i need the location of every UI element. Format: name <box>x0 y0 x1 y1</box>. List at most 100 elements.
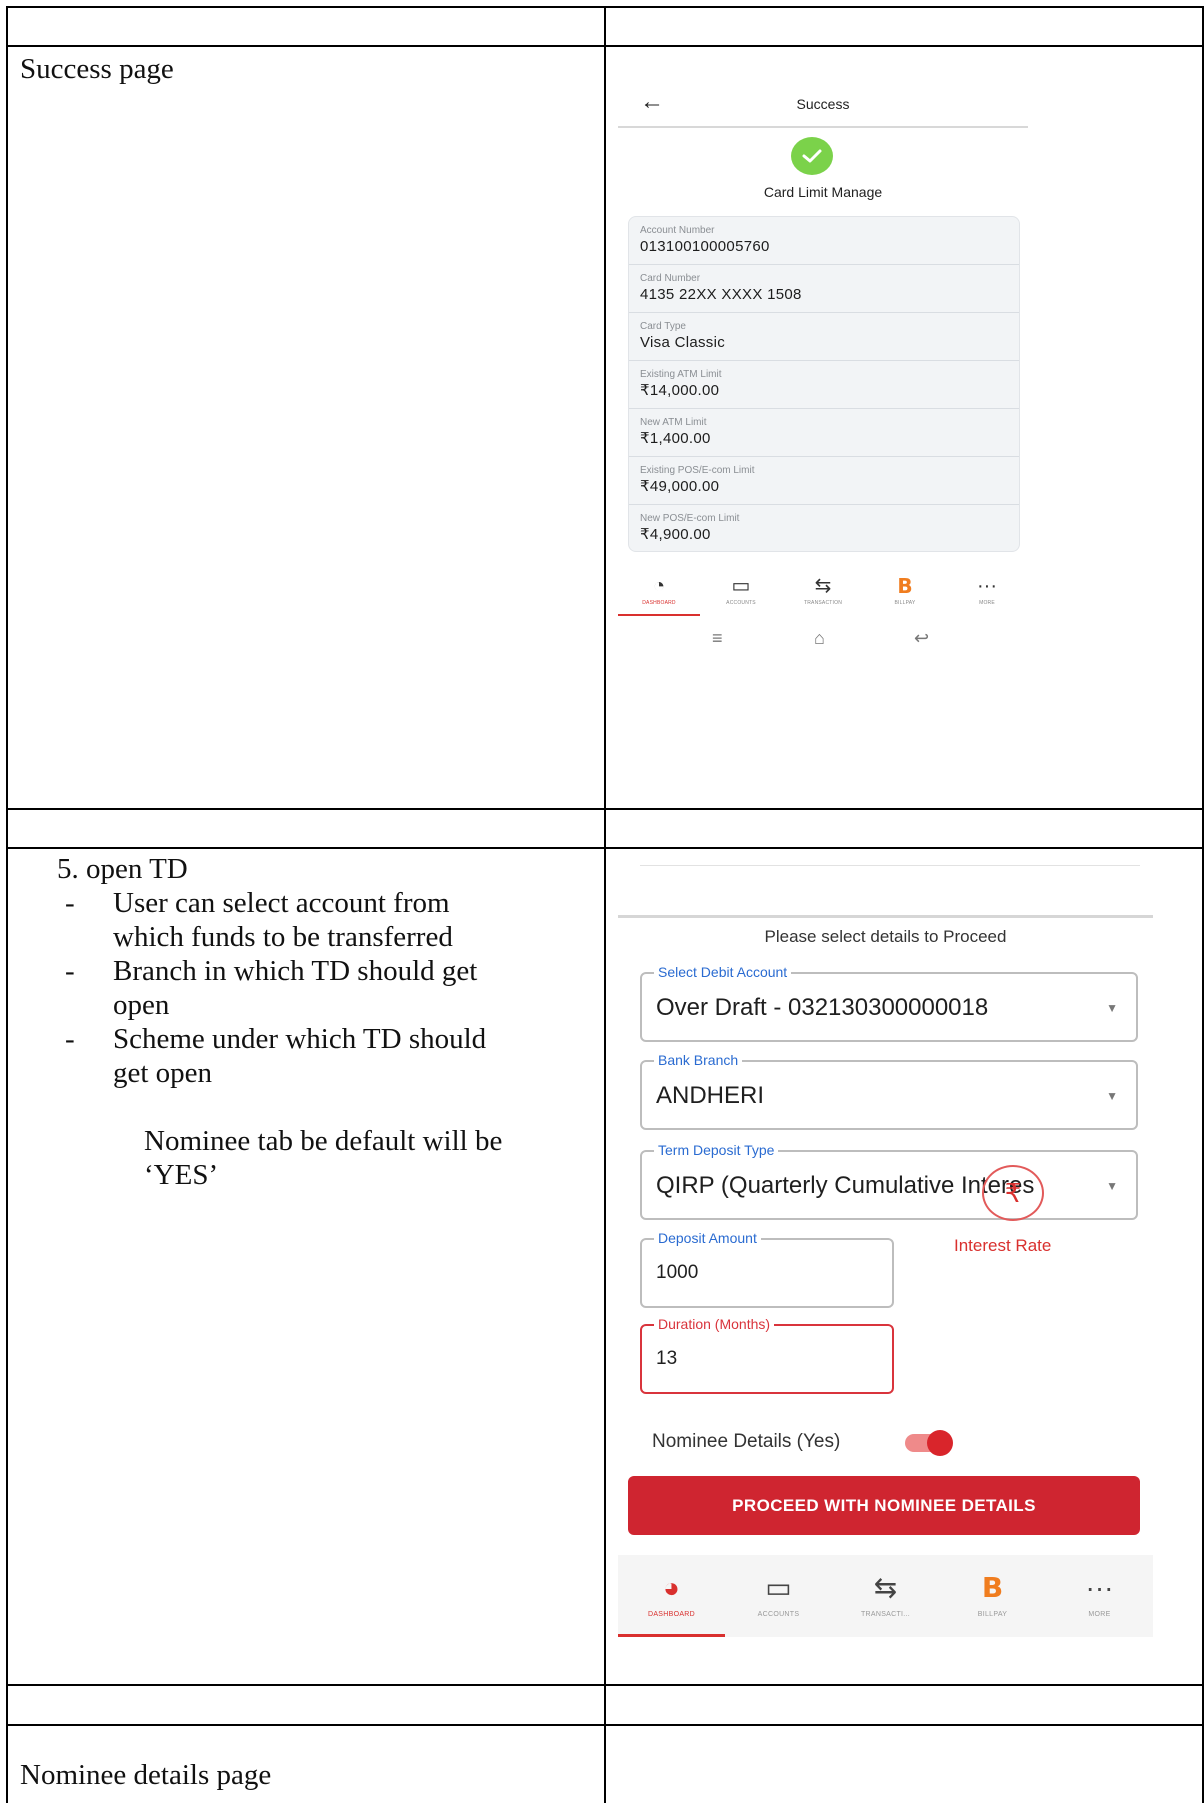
proceed-with-nominee-button[interactable]: PROCEED WITH NOMINEE DETAILS <box>628 1476 1140 1535</box>
bullet-text: get open <box>113 1057 213 1089</box>
screen-title: Success <box>796 96 850 112</box>
open-td-screen: Please select details to Proceed Select … <box>618 865 1153 1637</box>
detail-row: New ATM Limit ₹1,400.00 <box>629 409 1019 457</box>
tab-label: BILLPAY <box>977 1611 1008 1618</box>
detail-row: New POS/E-com Limit ₹4,900.00 <box>629 505 1019 551</box>
detail-label: New ATM Limit <box>640 417 707 428</box>
tab-label: DASHBOARD <box>642 600 676 606</box>
rupee-icon: ₹ <box>1004 1178 1022 1208</box>
tab-label: MORE <box>1088 1611 1111 1618</box>
detail-label: Existing ATM Limit <box>640 369 722 380</box>
home-icon[interactable]: ⌂ <box>814 628 825 649</box>
transfer-icon: ⇆ <box>814 575 832 597</box>
detail-label: Existing POS/E-com Limit <box>640 465 755 476</box>
bullet-text: Branch in which TD should get <box>113 955 478 987</box>
tab-dashboard[interactable]: ◔ DASHBOARD <box>618 572 700 616</box>
term-deposit-type-select[interactable]: Term Deposit Type QIRP (Quarterly Cumula… <box>640 1141 1138 1220</box>
wallet-icon: ▭ <box>731 575 751 597</box>
row-label-success: Success page <box>20 53 174 85</box>
nominee-note: Nominee tab be default will be <box>144 1125 503 1157</box>
bank-branch-select[interactable]: Bank Branch ANDHERI ▼ <box>640 1051 1138 1130</box>
tab-label: ACCOUNTS <box>726 600 756 606</box>
back-nav-icon[interactable]: ↩ <box>914 628 929 649</box>
dashboard-icon: ◕ <box>663 1572 680 1603</box>
wallet-icon: ▭ <box>765 1572 792 1603</box>
table-rule <box>604 6 606 1803</box>
tab-more[interactable]: ··· MORE <box>946 572 1028 616</box>
detail-value: ₹1,400.00 <box>640 430 711 447</box>
transfer-icon: ⇆ <box>873 1572 898 1603</box>
bullet-text: open <box>113 989 170 1021</box>
billpay-icon: B <box>897 574 913 598</box>
field-label: Bank Branch <box>654 1051 743 1069</box>
row-label-nominee: Nominee details page <box>20 1759 272 1791</box>
tab-label: TRANSACTION <box>803 600 843 606</box>
table-rule <box>6 6 8 1803</box>
billpay-icon: B <box>981 1571 1004 1604</box>
more-icon: ··· <box>977 575 997 597</box>
debit-account-select[interactable]: Select Debit Account Over Draft - 032130… <box>640 963 1138 1042</box>
toggle-knob <box>927 1430 953 1456</box>
chevron-down-icon: ▼ <box>1106 1001 1118 1015</box>
tab-label: MORE <box>979 600 995 606</box>
tab-transaction[interactable]: ⇆ TRANSACTION <box>782 572 864 616</box>
tab-transaction[interactable]: ⇆ TRANSACTI... <box>832 1555 939 1637</box>
success-screen: ← Success Card Limit Manage Account Numb… <box>618 80 1028 670</box>
nominee-toggle[interactable] <box>905 1430 953 1456</box>
instruction-text: Please select details to Proceed <box>764 927 1007 946</box>
bottom-tab-bar: ◔ DASHBOARD ▭ ACCOUNTS ⇆ TRANSACTION B B… <box>618 572 1028 616</box>
tab-accounts[interactable]: ▭ ACCOUNTS <box>700 572 782 616</box>
divider <box>640 865 1140 866</box>
field-label: Select Debit Account <box>654 963 792 981</box>
detail-row: Existing POS/E-com Limit ₹49,000.00 <box>629 457 1019 505</box>
details-card: Account Number 013100100005760 Card Numb… <box>628 216 1020 552</box>
bottom-tab-bar: ◕ DASHBOARD ▭ ACCOUNTS ⇆ TRANSACTI... B … <box>618 1555 1153 1637</box>
tab-billpay[interactable]: B BILLPAY <box>864 572 946 616</box>
interest-rate-button[interactable]: ₹ <box>982 1165 1044 1221</box>
interest-rate-label[interactable]: Interest Rate <box>954 1236 1051 1256</box>
detail-label: Card Type <box>640 321 686 332</box>
check-circle-icon <box>791 137 833 175</box>
bullet-dash: - <box>65 955 75 987</box>
tab-label: TRANSACTI... <box>860 1611 911 1618</box>
detail-value: ₹49,000.00 <box>640 478 720 495</box>
tab-label: BILLPAY <box>894 600 916 606</box>
detail-row: Card Type Visa Classic <box>629 313 1019 361</box>
chevron-down-icon: ▼ <box>1106 1089 1118 1103</box>
detail-row: Account Number 013100100005760 <box>629 217 1019 265</box>
field-value: Over Draft - 032130300000018 <box>656 994 989 1021</box>
tab-billpay[interactable]: B BILLPAY <box>939 1555 1046 1637</box>
menu-icon[interactable]: ≡ <box>712 628 723 649</box>
field-label: Deposit Amount <box>654 1229 761 1247</box>
system-nav-bar: ≡ ⌂ ↩ <box>618 628 1028 658</box>
tab-more[interactable]: ··· MORE <box>1046 1555 1153 1637</box>
field-value: ANDHERI <box>656 1082 765 1109</box>
detail-value: ₹14,000.00 <box>640 382 720 399</box>
tab-accounts[interactable]: ▭ ACCOUNTS <box>725 1555 832 1637</box>
field-label: Term Deposit Type <box>654 1141 779 1159</box>
more-icon: ··· <box>1085 1572 1114 1603</box>
detail-label: Card Number <box>640 273 701 284</box>
detail-value: 4135 22XX XXXX 1508 <box>640 286 802 303</box>
bullet-dash: - <box>65 887 75 919</box>
detail-value: ₹4,900.00 <box>640 526 711 543</box>
field-value: 1000 <box>656 1262 699 1283</box>
bullet-text: Scheme under which TD should <box>113 1023 487 1055</box>
bullet-dash: - <box>65 1023 75 1055</box>
tab-dashboard[interactable]: ◕ DASHBOARD <box>618 1555 725 1637</box>
td-item-heading: 5. open TD <box>57 853 188 885</box>
nominee-toggle-label: Nominee Details (Yes) <box>652 1431 841 1452</box>
detail-value: 013100100005760 <box>640 238 770 255</box>
field-value: 13 <box>656 1348 678 1369</box>
chevron-down-icon: ▼ <box>1106 1179 1118 1193</box>
field-label: Duration (Months) <box>654 1315 775 1333</box>
detail-row: Card Number 4135 22XX XXXX 1508 <box>629 265 1019 313</box>
duration-input[interactable]: Duration (Months) 13 <box>640 1315 894 1394</box>
detail-value: Visa Classic <box>640 334 726 351</box>
bullet-text: User can select account from <box>113 887 450 919</box>
deposit-amount-input[interactable]: Deposit Amount 1000 <box>640 1229 894 1308</box>
nominee-note: ‘YES’ <box>144 1159 219 1191</box>
detail-row: Existing ATM Limit ₹14,000.00 <box>629 361 1019 409</box>
detail-label: Account Number <box>640 225 715 236</box>
header-divider <box>618 126 1028 128</box>
